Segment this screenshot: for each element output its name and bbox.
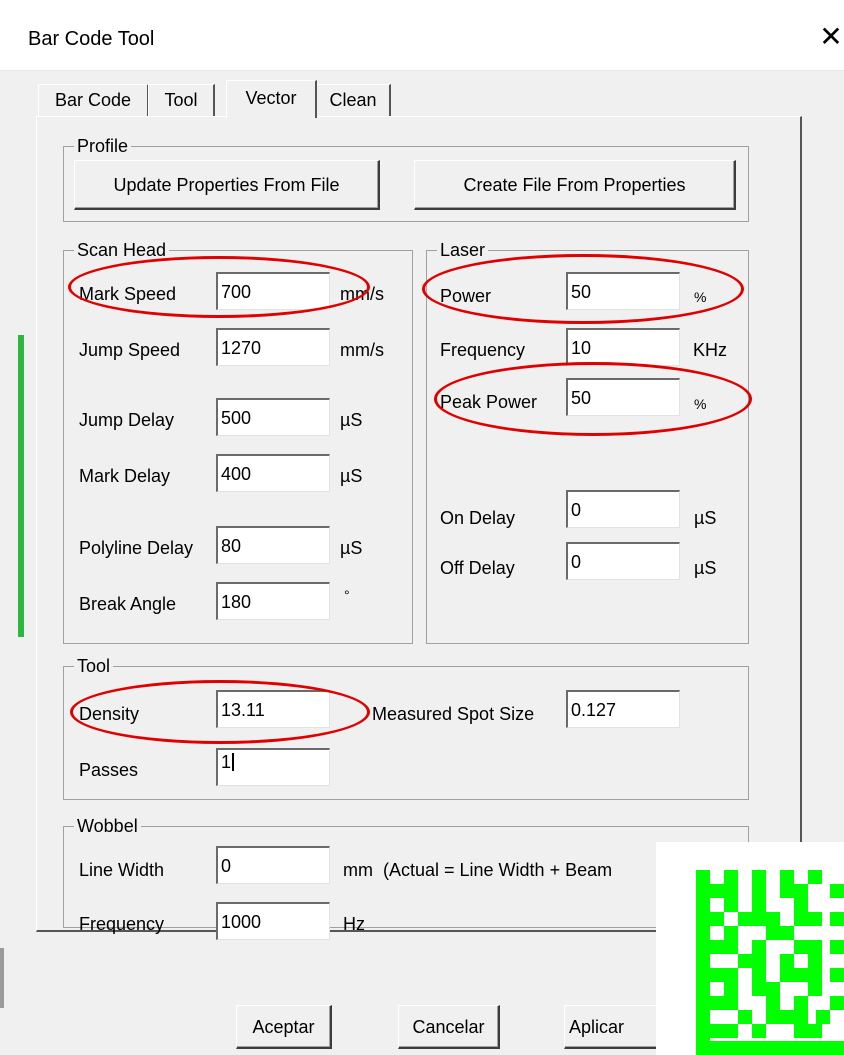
jump-speed-unit: mm/s (340, 340, 384, 360)
polyline-delay-label: Polyline Delay (79, 538, 194, 558)
scan-head-group-title: Scan Head (74, 239, 170, 261)
tab-clean[interactable]: Clean (316, 84, 391, 116)
density-label: Density (79, 704, 140, 724)
apply-button[interactable]: Aplicar (564, 1005, 664, 1049)
mark-delay-input[interactable] (216, 454, 330, 492)
window-title: Bar Code Tool (28, 28, 155, 50)
line-width-unit: mm (Actual = Line Width + Beam (343, 860, 613, 880)
measured-spot-label: Measured Spot Size (372, 704, 535, 724)
passes-value: 1 (221, 752, 232, 772)
frequency-label: Frequency (440, 340, 526, 360)
break-angle-unit: ° (344, 587, 350, 603)
tool-group: Tool (63, 655, 749, 800)
on-delay-label: On Delay (440, 508, 516, 528)
background-window-edge-2 (0, 948, 4, 1008)
power-unit: % (694, 289, 707, 305)
jump-speed-input[interactable] (216, 328, 330, 366)
mark-delay-label: Mark Delay (79, 466, 171, 486)
jump-delay-input[interactable] (216, 398, 330, 436)
background-window-edge (18, 335, 24, 637)
break-angle-input[interactable] (216, 582, 330, 620)
mark-delay-unit: µS (340, 466, 363, 486)
wobbel-frequency-input[interactable] (216, 902, 330, 940)
peak-power-label: Peak Power (440, 392, 538, 412)
mark-speed-unit: mm/s (340, 284, 384, 304)
cancel-button[interactable]: Cancelar (398, 1005, 500, 1049)
accept-button[interactable]: Aceptar (236, 1005, 332, 1049)
measured-spot-input[interactable] (566, 690, 680, 728)
profile-group-title: Profile (74, 135, 132, 157)
mark-speed-label: Mark Speed (79, 284, 177, 304)
polyline-delay-input[interactable] (216, 526, 330, 564)
off-delay-label: Off Delay (440, 558, 515, 578)
line-width-input[interactable] (216, 846, 330, 884)
tab-bar-code[interactable]: Bar Code (38, 84, 149, 116)
frequency-input[interactable] (566, 328, 680, 366)
break-angle-label: Break Angle (79, 594, 177, 614)
datamatrix-barcode-image (696, 870, 844, 1055)
power-label: Power (440, 286, 492, 306)
close-icon[interactable]: ✕ (818, 22, 844, 52)
wobbel-frequency-label: Frequency (79, 914, 165, 934)
off-delay-unit: µS (694, 558, 717, 578)
laser-group-title: Laser (437, 239, 489, 261)
polyline-delay-unit: µS (340, 538, 363, 558)
peak-power-input[interactable] (566, 378, 680, 416)
create-file-button[interactable]: Create File From Properties (414, 160, 736, 210)
text-caret (232, 753, 235, 771)
density-input[interactable] (216, 690, 330, 728)
off-delay-input[interactable] (566, 542, 680, 580)
power-input[interactable] (566, 272, 680, 310)
on-delay-unit: µS (694, 508, 717, 528)
passes-label: Passes (79, 760, 139, 780)
update-properties-button[interactable]: Update Properties From File (74, 160, 380, 210)
frequency-unit: KHz (693, 340, 728, 360)
mark-speed-input[interactable] (216, 272, 330, 310)
passes-input[interactable]: 1 (216, 748, 330, 786)
jump-speed-label: Jump Speed (79, 340, 181, 360)
on-delay-input[interactable] (566, 490, 680, 528)
tab-tool[interactable]: Tool (148, 84, 215, 116)
jump-delay-unit: µS (340, 410, 363, 430)
tool-group-title: Tool (74, 655, 114, 677)
wobbel-group-title: Wobbel (74, 815, 141, 837)
jump-delay-label: Jump Delay (79, 410, 175, 430)
peak-power-unit: % (694, 396, 707, 412)
line-width-label: Line Width (79, 860, 165, 880)
tab-vector[interactable]: Vector (226, 80, 317, 118)
wobbel-frequency-unit: Hz (343, 914, 365, 934)
